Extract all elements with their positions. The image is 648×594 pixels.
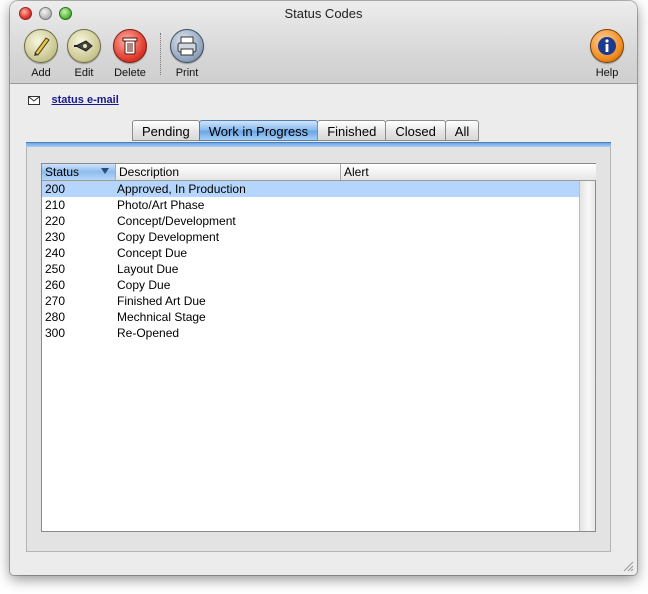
status-cell: 260 bbox=[45, 278, 66, 292]
status-cell: 300 bbox=[45, 326, 66, 340]
print-button[interactable]: Print bbox=[162, 29, 212, 79]
tab-panel: Status Description Alert 200 Approved, In… bbox=[26, 147, 611, 552]
vertical-scrollbar[interactable] bbox=[579, 181, 595, 531]
description-cell: Approved, In Production bbox=[117, 182, 246, 196]
tab-all[interactable]: All bbox=[444, 120, 480, 141]
column-header-description[interactable]: Description bbox=[116, 164, 341, 180]
description-cell: Re-Opened bbox=[117, 326, 180, 340]
column-header-status-label: Status bbox=[45, 165, 80, 179]
description-cell: Layout Due bbox=[117, 262, 179, 276]
column-header-status[interactable]: Status bbox=[42, 164, 116, 180]
help-button[interactable]: Help bbox=[582, 29, 632, 79]
status-cell: 230 bbox=[45, 230, 66, 244]
delete-button[interactable]: Delete bbox=[105, 29, 155, 79]
printer-icon bbox=[170, 29, 204, 63]
tab-bar: Pending Work in Progress Finished Closed… bbox=[132, 120, 480, 142]
status-email-row: status e-mail bbox=[28, 93, 119, 106]
description-cell: Mechnical Stage bbox=[117, 310, 206, 324]
description-cell: Concept/Development bbox=[117, 214, 236, 228]
print-label: Print bbox=[175, 67, 199, 79]
description-cell: Photo/Art Phase bbox=[117, 198, 205, 212]
column-header-alert[interactable]: Alert bbox=[341, 164, 596, 180]
status-cell: 210 bbox=[45, 198, 66, 212]
envelope-icon bbox=[28, 95, 40, 105]
delete-label: Delete bbox=[114, 67, 146, 79]
table-row[interactable]: 270 Finished Art Due bbox=[42, 293, 581, 309]
status-table: Status Description Alert 200 Approved, In… bbox=[41, 163, 596, 532]
edit-button[interactable]: Edit bbox=[59, 29, 109, 79]
resize-grip-icon[interactable] bbox=[622, 560, 634, 572]
help-label: Help bbox=[595, 67, 619, 79]
status-cell: 200 bbox=[45, 182, 66, 196]
status-cell: 220 bbox=[45, 214, 66, 228]
window: Status Codes Add Edit Delete Print Help … bbox=[10, 1, 637, 575]
description-cell: Finished Art Due bbox=[117, 294, 206, 308]
table-row[interactable]: 220 Concept/Development bbox=[42, 213, 581, 229]
table-row[interactable]: 200 Approved, In Production bbox=[42, 181, 581, 197]
table-rows: 200 Approved, In Production 210 Photo/Art … bbox=[42, 181, 581, 341]
pencil-icon bbox=[24, 29, 58, 63]
table-row[interactable]: 260 Copy Due bbox=[42, 277, 581, 293]
column-header-alert-label: Alert bbox=[344, 165, 369, 179]
description-cell: Copy Development bbox=[117, 230, 220, 244]
tab-work-in-progress[interactable]: Work in Progress bbox=[198, 120, 319, 141]
table-header: Status Description Alert bbox=[42, 164, 596, 181]
status-cell: 250 bbox=[45, 262, 66, 276]
titlebar-toolbar: Status Codes Add Edit Delete Print Help bbox=[10, 1, 637, 84]
toolbar-separator bbox=[160, 33, 161, 75]
table-row[interactable]: 300 Re-Opened bbox=[42, 325, 581, 341]
sort-descending-icon bbox=[101, 168, 109, 174]
window-title: Status Codes bbox=[284, 6, 363, 21]
status-cell: 240 bbox=[45, 246, 66, 260]
description-cell: Concept Due bbox=[117, 246, 188, 260]
info-icon bbox=[590, 29, 624, 63]
status-email-link[interactable]: status e-mail bbox=[52, 94, 119, 106]
table-row[interactable]: 280 Mechnical Stage bbox=[42, 309, 581, 325]
status-cell: 280 bbox=[45, 310, 66, 324]
tab-closed[interactable]: Closed bbox=[385, 120, 446, 141]
table-row[interactable]: 230 Copy Development bbox=[42, 229, 581, 245]
column-header-description-label: Description bbox=[119, 165, 180, 179]
trash-icon bbox=[113, 29, 147, 63]
tab-pending[interactable]: Pending bbox=[132, 120, 200, 141]
table-row[interactable]: 210 Photo/Art Phase bbox=[42, 197, 581, 213]
edit-label: Edit bbox=[74, 67, 94, 79]
tab-finished[interactable]: Finished bbox=[317, 120, 387, 141]
table-row[interactable]: 250 Layout Due bbox=[42, 261, 581, 277]
table-row[interactable]: 240 Concept Due bbox=[42, 245, 581, 261]
pen-nib-icon bbox=[67, 29, 101, 63]
description-cell: Copy Due bbox=[117, 278, 171, 292]
status-cell: 270 bbox=[45, 294, 66, 308]
